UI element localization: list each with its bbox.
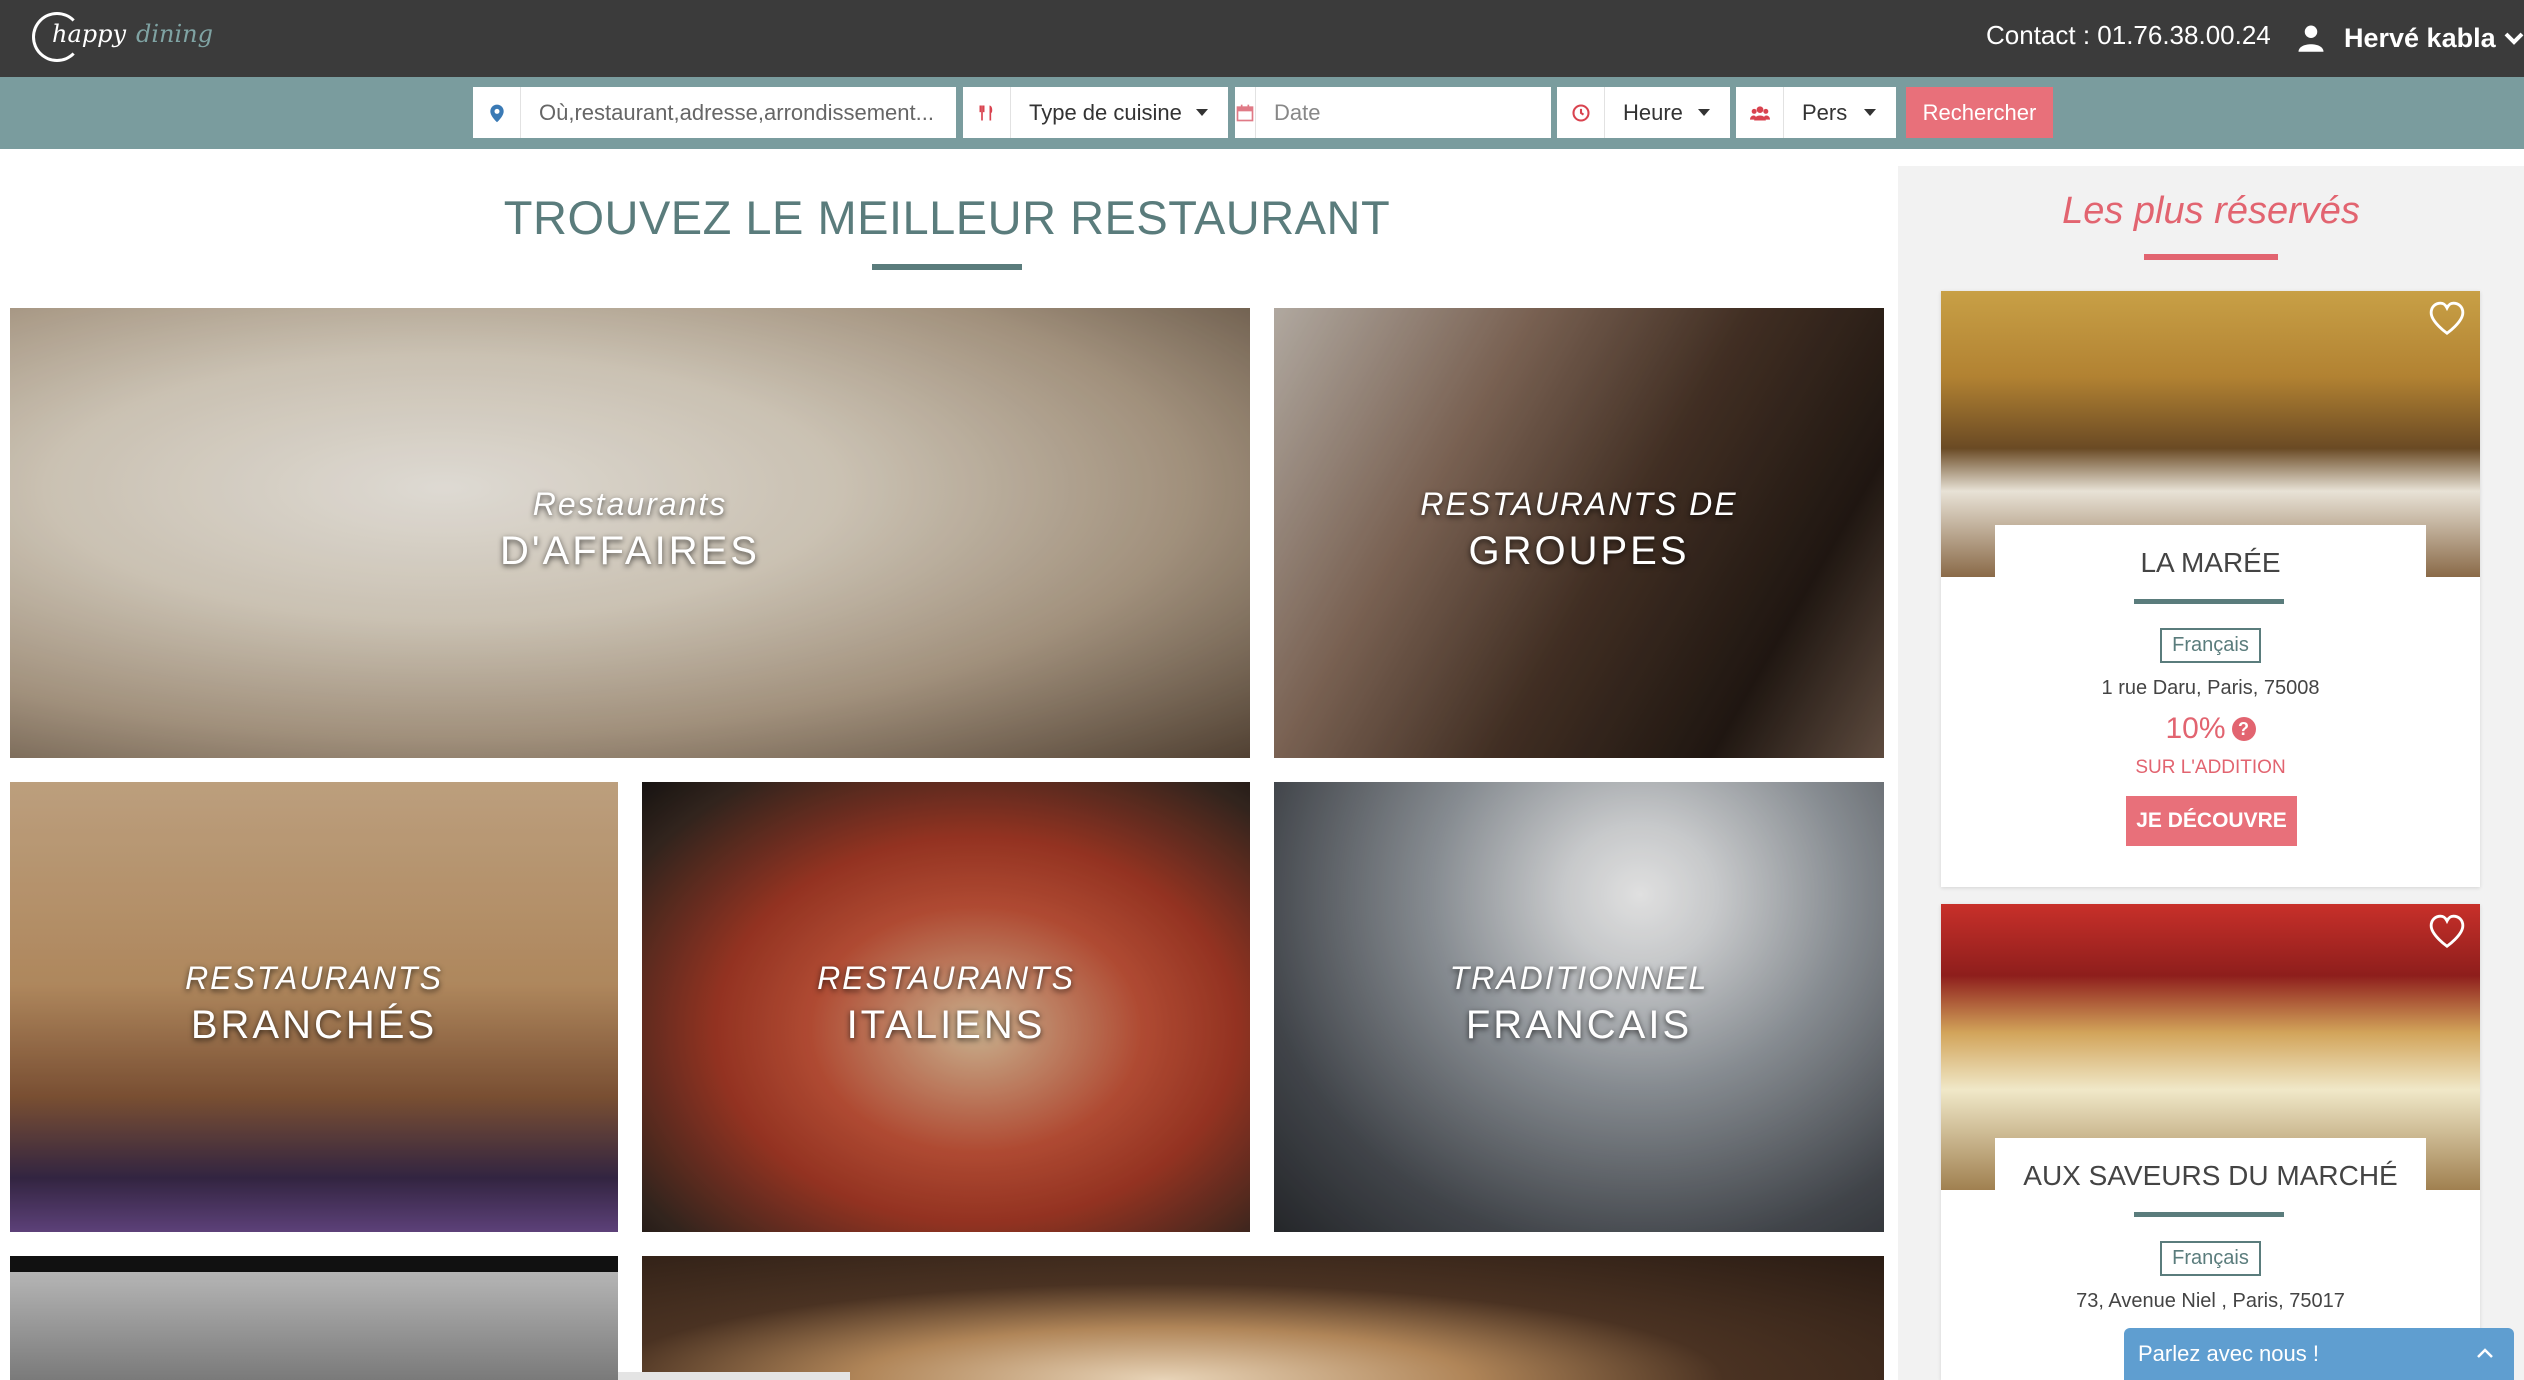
restaurant-name: LA MARÉE — [2140, 547, 2281, 578]
tile-caption-line1: RESTAURANTS DE — [1420, 486, 1738, 522]
tile-caption-line1: RESTAURANTS — [185, 960, 443, 996]
caret-down-icon — [1864, 109, 1876, 116]
tile-caption-line2: D'AFFAIRES — [500, 529, 760, 573]
tile-partial-chef[interactable] — [10, 1256, 618, 1380]
tile-caption: TRADITIONNEL FRANCAIS — [1274, 960, 1884, 1048]
chevron-up-icon — [2477, 1348, 2493, 1358]
cuisine-select-value: Type de cuisine — [1029, 99, 1182, 125]
persons-select[interactable]: Pers — [1736, 87, 1896, 138]
tile-traditionnel-francais[interactable]: TRADITIONNEL FRANCAIS — [1274, 782, 1884, 1232]
user-icon — [2298, 25, 2324, 52]
heart-icon[interactable] — [2428, 301, 2466, 337]
horizontal-scrollbar[interactable] — [618, 1372, 850, 1380]
tile-caption-line2: FRANCAIS — [1465, 1003, 1693, 1047]
calendar-icon — [1235, 87, 1256, 138]
cutlery-icon — [963, 87, 1011, 138]
tile-caption: RESTAURANTS ITALIENS — [642, 960, 1250, 1048]
top-header: happy dining Contact : 01.76.38.00.24 He… — [0, 0, 2524, 77]
user-name: Hervé kabla — [2344, 22, 2496, 53]
restaurant-name-box: LA MARÉE — [1995, 525, 2426, 585]
cuisine-tag: Français — [1941, 1241, 2480, 1276]
map-pin-icon — [473, 87, 521, 138]
chat-widget[interactable]: Parlez avec nous ! — [2124, 1328, 2514, 1380]
contact-phone: Contact : 01.76.38.00.24 — [1986, 20, 2271, 50]
location-input[interactable] — [521, 87, 956, 138]
restaurant-name-box: AUX SAVEURS DU MARCHÉ — [1995, 1138, 2426, 1198]
persons-select-value: Pers — [1802, 99, 1848, 125]
tile-caption-line2: BRANCHÉS — [190, 1003, 438, 1047]
location-field[interactable] — [473, 87, 956, 138]
cuisine-select[interactable]: Type de cuisine — [963, 87, 1228, 138]
tile-restaurants-affaires[interactable]: Restaurants D'AFFAIRES — [10, 308, 1250, 758]
chevron-down-icon — [2504, 32, 2524, 45]
restaurant-address: 73, Avenue Niel , Paris, 75017 — [2076, 1290, 2345, 1312]
tile-restaurants-italiens[interactable]: RESTAURANTS ITALIENS — [642, 782, 1250, 1232]
tile-partial-coffee[interactable] — [642, 1256, 1884, 1380]
page-title: TROUVEZ LE MEILLEUR RESTAURANT — [503, 191, 1391, 244]
date-field[interactable] — [1235, 87, 1562, 138]
discover-button[interactable]: JE DÉCOUVRE — [2126, 796, 2297, 846]
group-icon — [1736, 87, 1784, 138]
tile-restaurants-branches[interactable]: RESTAURANTS BRANCHÉS — [10, 782, 618, 1232]
tile-caption-line1: TRADITIONNEL — [1449, 960, 1709, 996]
name-underline — [2134, 599, 2284, 604]
user-menu[interactable]: Hervé kabla — [2296, 18, 2524, 58]
restaurant-name: AUX SAVEURS DU MARCHÉ — [2023, 1160, 2398, 1191]
caret-down-icon — [1698, 109, 1710, 116]
date-input[interactable] — [1256, 87, 1562, 138]
logo-dining-text: dining — [136, 20, 213, 48]
restaurant-address: 1 rue Daru, Paris, 75008 — [2101, 677, 2320, 699]
tile-caption-line2: ITALIENS — [846, 1003, 1046, 1047]
discount-subtitle: SUR L'ADDITION — [2135, 757, 2286, 778]
logo[interactable]: happy dining — [32, 8, 213, 68]
tile-caption: RESTAURANTS BRANCHÉS — [10, 960, 618, 1048]
tile-caption-line1: RESTAURANTS — [817, 960, 1075, 996]
search-bar: Type de cuisine Heure Pers Rechercher — [0, 77, 2524, 149]
tile-caption: Restaurants D'AFFAIRES — [10, 486, 1250, 574]
restaurant-card[interactable]: LA MARÉE Français 1 rue Daru, Paris, 750… — [1941, 291, 2480, 887]
cuisine-tag-label: Français — [2160, 628, 2261, 663]
tile-restaurants-groupes[interactable]: RESTAURANTS DE GROUPES — [1274, 308, 1884, 758]
title-underline — [872, 264, 1022, 270]
hour-select[interactable]: Heure — [1557, 87, 1730, 138]
name-underline — [2134, 1212, 2284, 1217]
cuisine-tag-label: Français — [2160, 1241, 2261, 1276]
restaurant-card[interactable]: AUX SAVEURS DU MARCHÉ Français 73, Avenu… — [1941, 904, 2480, 1380]
hour-select-value: Heure — [1623, 99, 1683, 125]
search-button[interactable]: Rechercher — [1906, 87, 2053, 138]
cuisine-tag: Français — [1941, 628, 2480, 663]
heart-icon[interactable] — [2428, 914, 2466, 950]
logo-happy-text: happy — [52, 20, 127, 48]
help-icon[interactable]: ? — [2231, 717, 2256, 741]
caret-down-icon — [1196, 109, 1208, 116]
sidebar-title: Les plus réservés — [2062, 190, 2360, 232]
discount-value: 10% — [2165, 712, 2226, 745]
sidebar-title-underline — [2144, 254, 2278, 260]
discount-row: 10%? — [1941, 712, 2480, 746]
tile-caption: RESTAURANTS DE GROUPES — [1274, 486, 1884, 574]
most-booked-sidebar: Les plus réservés LA MARÉE Français 1 ru… — [1898, 166, 2524, 1380]
tile-caption-line1: Restaurants — [532, 486, 728, 522]
chat-label: Parlez avec nous ! — [2138, 1341, 2319, 1366]
tile-caption-line2: GROUPES — [1468, 529, 1690, 573]
clock-icon — [1557, 87, 1605, 138]
